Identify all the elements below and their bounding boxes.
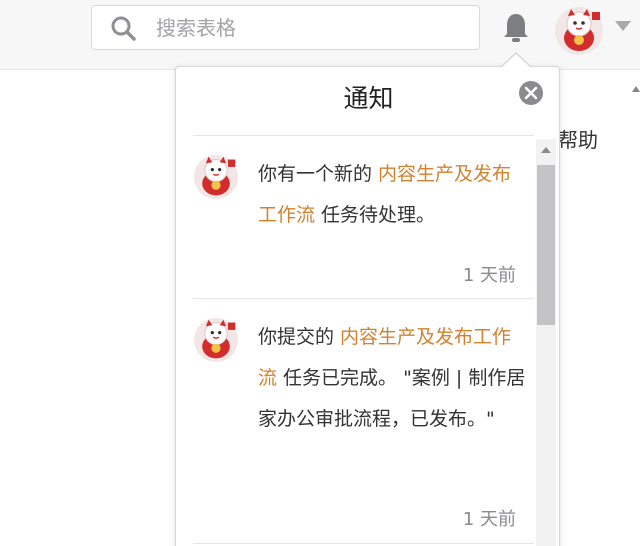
popover-pointer-fill bbox=[501, 54, 531, 68]
lucky-cat-avatar bbox=[193, 154, 239, 200]
notification-item[interactable]: 你有一个新的 内容生产及发布工作流 任务待处理。 1 天前 bbox=[193, 136, 534, 299]
top-bar bbox=[0, 0, 640, 70]
close-circle-icon[interactable] bbox=[518, 80, 544, 106]
notification-prefix: 你提交的 bbox=[258, 326, 341, 348]
search-input[interactable] bbox=[156, 15, 436, 40]
scroll-up-arrow[interactable] bbox=[540, 145, 552, 155]
notification-item[interactable]: 你提交的 内容生产及发布工作流 任务已完成。 "案例 | 制作居家办公审批流程，… bbox=[193, 299, 534, 544]
help-link[interactable]: 帮助 bbox=[558, 124, 598, 153]
notification-suffix: 任务待处理。 bbox=[315, 204, 436, 226]
search-box[interactable] bbox=[91, 5, 480, 50]
page-scroll-up-arrow[interactable] bbox=[632, 84, 640, 94]
notification-time: 1 天前 bbox=[462, 509, 516, 530]
notification-time: 1 天前 bbox=[462, 265, 516, 286]
notification-text: 你提交的 内容生产及发布工作流 任务已完成。 "案例 | 制作居家办公审批流程，… bbox=[258, 317, 528, 440]
lucky-cat-avatar[interactable] bbox=[554, 6, 604, 56]
notification-panel: 通知 你有一个新的 内容生产及发布工作流 任务待处理。 1 天前 你提交的 内容… bbox=[175, 66, 560, 546]
search-icon bbox=[111, 16, 136, 41]
scrollbar-thumb[interactable] bbox=[537, 165, 555, 325]
notification-list: 你有一个新的 内容生产及发布工作流 任务待处理。 1 天前 你提交的 内容生产及… bbox=[193, 136, 534, 546]
lucky-cat-avatar bbox=[193, 317, 239, 363]
bell-icon[interactable] bbox=[502, 12, 530, 44]
notification-prefix: 你有一个新的 bbox=[258, 163, 379, 185]
chevron-down-icon[interactable] bbox=[614, 20, 632, 32]
notification-suffix: 任务已完成。 "案例 | 制作居家办公审批流程，已发布。" bbox=[258, 367, 526, 430]
panel-title: 通知 bbox=[343, 84, 394, 113]
notification-text: 你有一个新的 内容生产及发布工作流 任务待处理。 bbox=[258, 154, 528, 236]
panel-scrollbar[interactable] bbox=[536, 139, 556, 546]
